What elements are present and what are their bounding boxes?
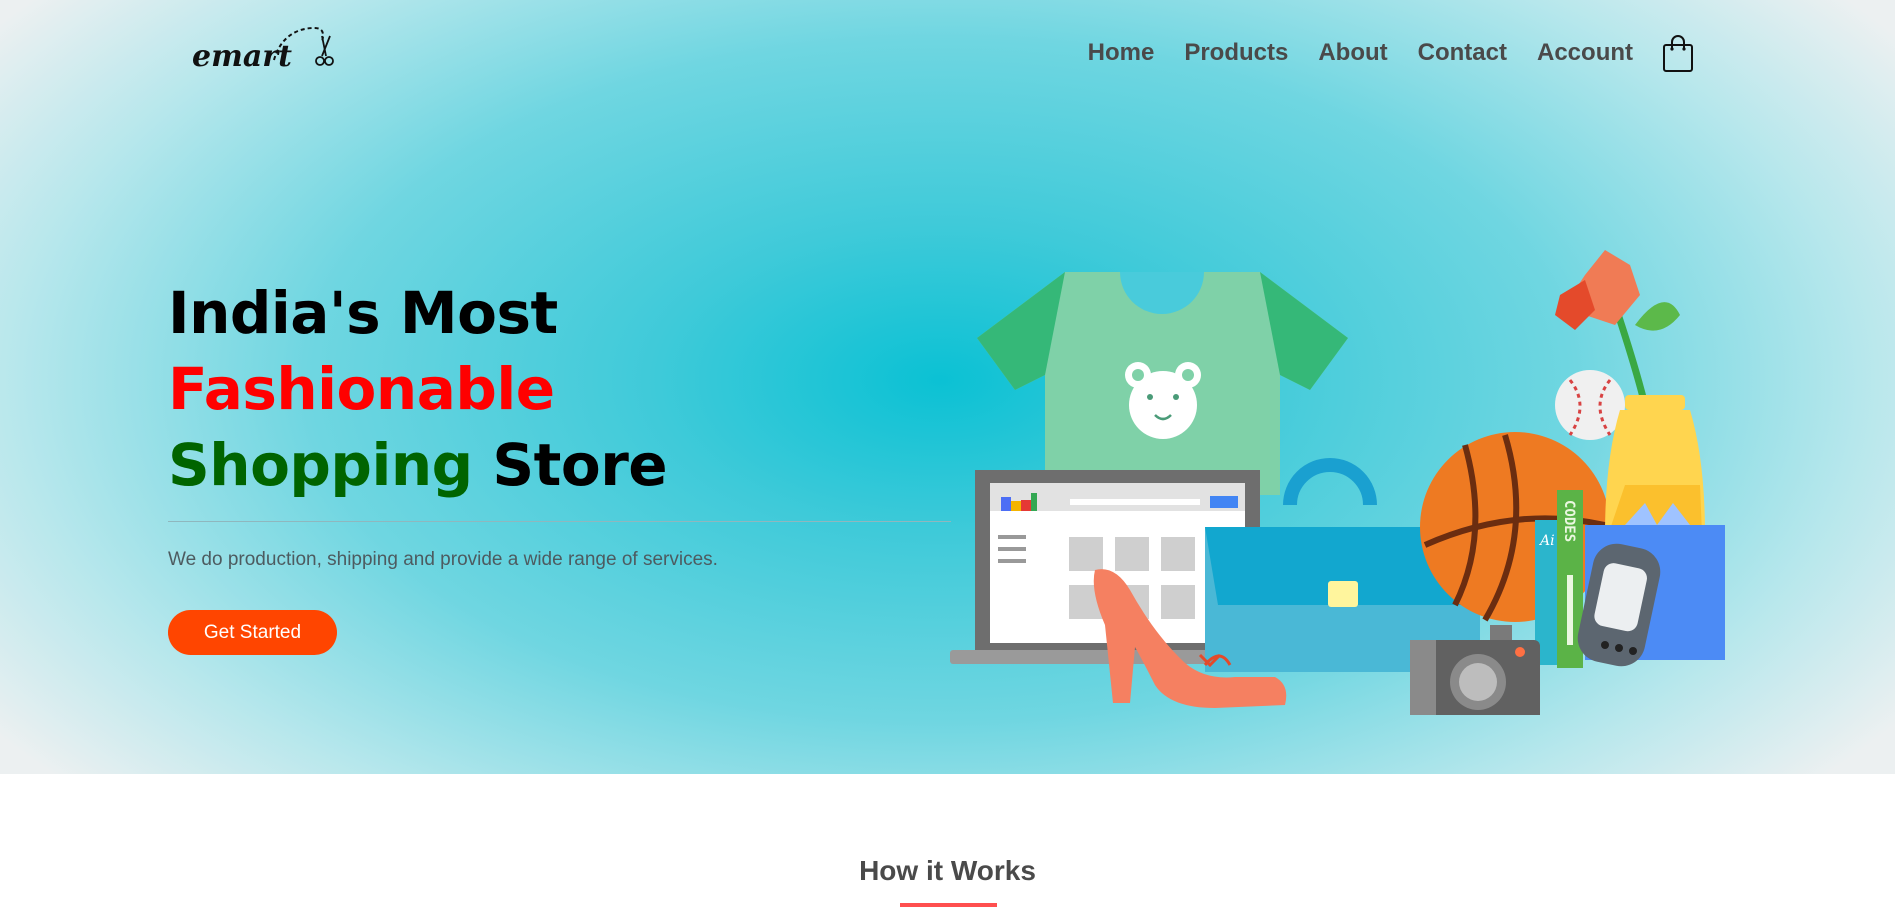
hero-subtitle: We do production, shipping and provide a… (168, 549, 718, 570)
nav-account-link[interactable]: Account (1537, 39, 1633, 67)
headline-shopping-word: Shopping (168, 431, 473, 499)
nav-home-link[interactable]: Home (1088, 39, 1155, 67)
baseball-icon (1555, 370, 1625, 440)
hero-divider (168, 521, 951, 522)
headline-store-word: Store (492, 431, 668, 499)
hero-headline: India's Most Fashionable Shopping Store (168, 275, 668, 503)
headline-line-3: Shopping Store (168, 427, 668, 503)
how-it-works-title: How it Works (859, 855, 1036, 886)
nav-contact-link[interactable]: Contact (1418, 39, 1507, 67)
nav-about-link[interactable]: About (1318, 39, 1387, 67)
scissors-icon (315, 35, 334, 66)
svg-text:CODES: CODES (1561, 500, 1577, 542)
nav-products-link[interactable]: Products (1184, 39, 1288, 67)
tshirt-icon (977, 272, 1348, 495)
get-started-button[interactable]: Get Started (168, 610, 337, 655)
svg-text:Ai: Ai (1538, 533, 1555, 549)
main-nav: Home Products About Contact Account (1058, 28, 1695, 78)
logo-text: emart (192, 39, 292, 74)
headline-line-1: India's Most (168, 279, 558, 347)
shopping-items-illustration: Ai CODES (950, 250, 1725, 715)
hero-section: emart Home Products About Contact Accoun… (0, 0, 1895, 774)
shopping-bag-icon[interactable] (1661, 33, 1695, 73)
headline-line-2: Fashionable (168, 355, 555, 423)
emart-logo[interactable]: emart (190, 24, 340, 76)
section-title-underline (900, 903, 997, 907)
